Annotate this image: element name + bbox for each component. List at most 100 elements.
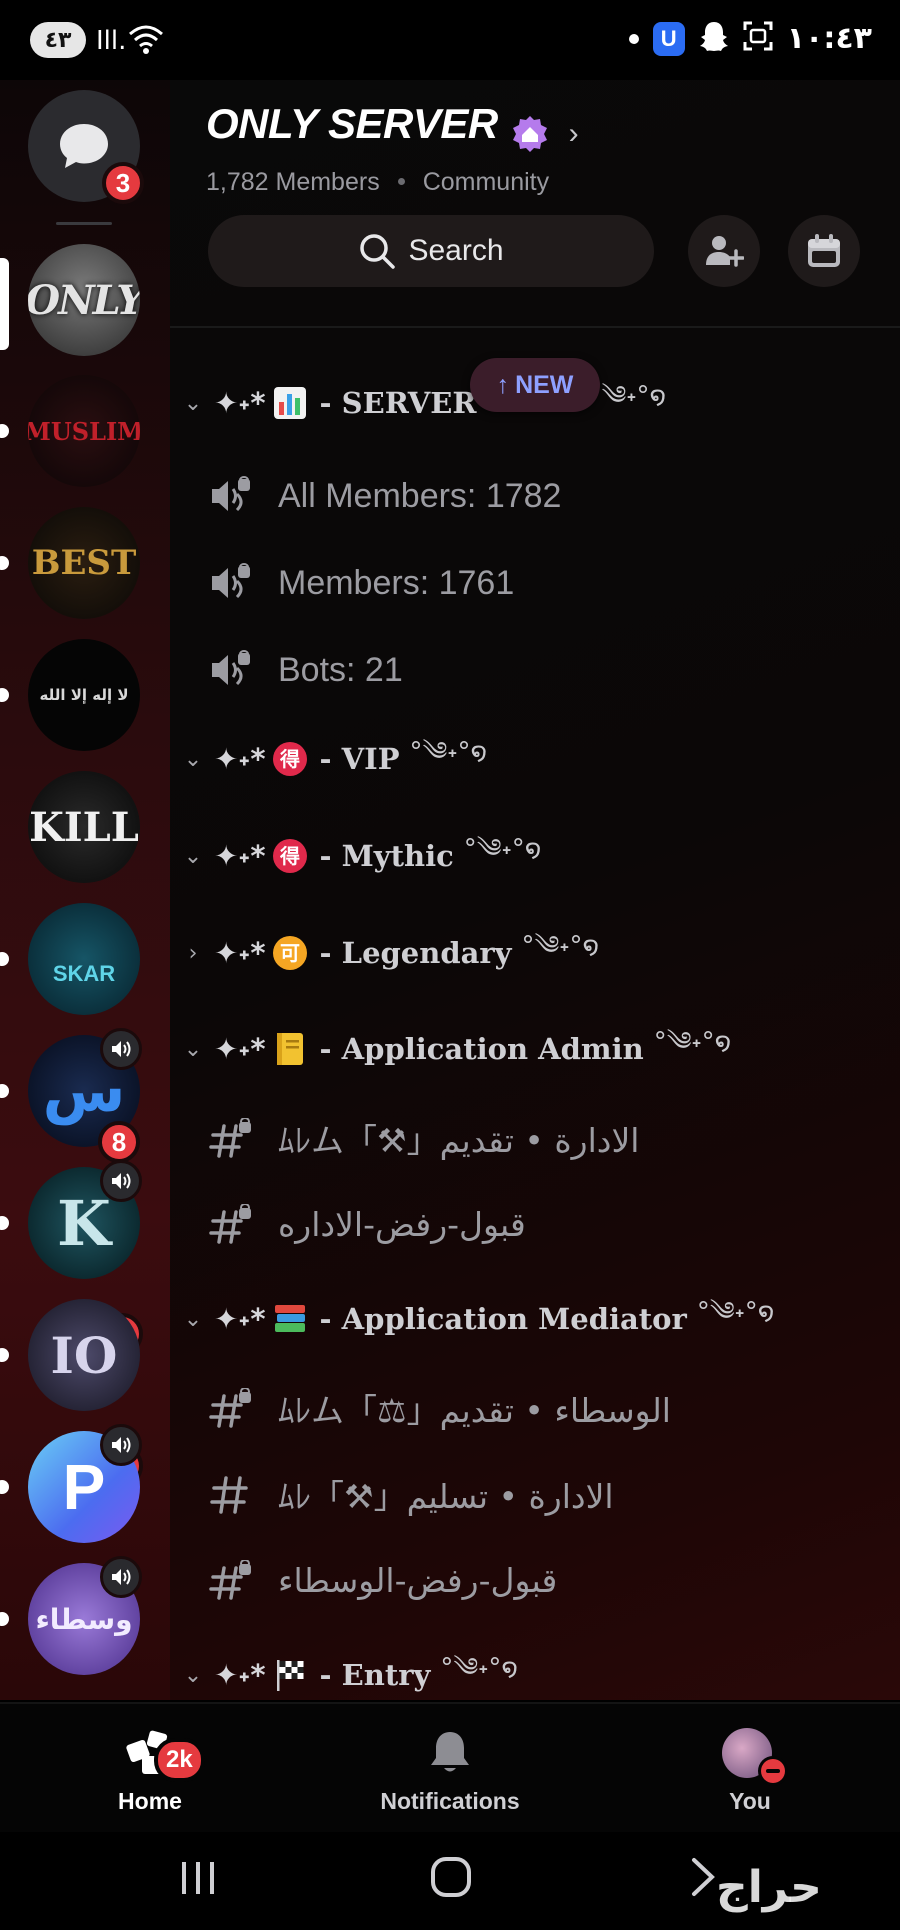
category-label: - VIP — [319, 742, 400, 776]
notebook-icon — [272, 1031, 308, 1067]
server-icon-kill[interactable]: KILL — [28, 771, 140, 883]
text-channel-admin-result[interactable]: قبول-رفض-الاداره — [208, 1194, 526, 1254]
sparkle-decoration: ✦˖* — [214, 936, 266, 970]
locked-speaker-icon — [208, 476, 254, 516]
text-channel-admin-apply[interactable]: ﾑﾚム「⚒」الادارة • تقديم — [208, 1108, 639, 1168]
app-u-icon: U — [652, 21, 685, 56]
text-channel-deliver[interactable]: ﾑﾚ「⚒」الادارة • تسليم — [208, 1464, 614, 1524]
server-header[interactable]: ONLY SERVER › 1,782 Members Community — [206, 100, 886, 197]
recent-apps-icon — [182, 1862, 214, 1894]
locked-hash-icon — [208, 1560, 254, 1600]
category-label: - SERVER — [319, 386, 477, 420]
search-button[interactable]: Search — [208, 215, 654, 287]
bell-icon — [431, 1732, 469, 1772]
hash-icon — [208, 1474, 254, 1514]
server-name[interactable]: ONLY SERVER — [206, 100, 498, 147]
header-divider — [170, 326, 900, 328]
category-entry[interactable]: ⌄ ✦˖* - Entry °༄˖°໑ — [178, 1645, 518, 1705]
mention-badge: 8 — [98, 1121, 140, 1163]
server-icon-io[interactable]: IO — [28, 1299, 140, 1411]
server-icon-calligraphy[interactable]: لا إله إلا الله — [28, 639, 140, 751]
unread-dot — [0, 1480, 9, 1494]
text-channel-mediator-apply[interactable]: ﾑﾚム「⚖」الوسطاء • تقديم — [208, 1378, 671, 1438]
red-badge-icon: 得 — [272, 838, 308, 874]
search-row: Search — [208, 215, 868, 290]
rail-separator — [56, 222, 112, 225]
home-icon: 2k — [122, 1728, 205, 1782]
signal-icon: Ill. — [96, 26, 127, 56]
category-label: - Mythic — [319, 839, 454, 873]
voice-channel-members[interactable]: Members: 1761 — [208, 553, 514, 613]
new-label: NEW — [515, 370, 574, 399]
chevron-down-icon: ⌄ — [183, 1662, 203, 1688]
category-application-mediator[interactable]: ⌄ ✦˖* - Application Mediator °༄˖°໑ — [178, 1289, 775, 1349]
chevron-down-icon: ⌄ — [183, 390, 203, 416]
category-decoration: °༄˖°໑ — [521, 930, 600, 961]
clock: ١٠:٤٣ — [786, 21, 872, 56]
chevron-down-icon: ⌄ — [183, 843, 203, 869]
screenshot-icon — [743, 21, 773, 56]
voice-speaker-icon — [100, 1160, 142, 1202]
invite-members-button[interactable] — [688, 215, 760, 287]
category-legendary[interactable]: › ✦˖* 可 - Legendary °༄˖°໑ — [178, 923, 599, 983]
recent-apps-button[interactable] — [178, 1860, 218, 1901]
member-count: 1,782 Members — [206, 167, 380, 196]
new-messages-pill[interactable]: ↑ NEW — [470, 358, 600, 412]
sparkle-decoration: ✦˖* — [214, 1032, 266, 1066]
bottom-nav: 2k Home Notifications You — [0, 1702, 900, 1832]
voice-speaker-icon — [100, 1028, 142, 1070]
voice-channel-bots[interactable]: Bots: 21 — [208, 640, 403, 700]
nav-you-label: You — [729, 1788, 771, 1814]
category-decoration: °༄˖°໑ — [588, 380, 667, 411]
checkered-flag-icon — [272, 1657, 308, 1693]
wifi-icon — [126, 22, 166, 61]
channel-name: Members: 1761 — [278, 563, 515, 602]
active-server-indicator — [0, 258, 9, 350]
svg-text:可: 可 — [280, 941, 300, 965]
category-decoration: °༄˖°໑ — [696, 1296, 775, 1327]
text-channel-mediator-result[interactable]: قبول-رفض-الوسطاء — [208, 1550, 557, 1610]
nav-you[interactable]: You — [650, 1728, 850, 1815]
chevron-down-icon: ⌄ — [183, 746, 203, 772]
chevron-right-icon: › — [188, 940, 198, 966]
voice-channel-all-members[interactable]: All Members: 1782 — [208, 466, 561, 526]
direct-messages-button[interactable]: 3 — [28, 90, 144, 204]
channel-name: ﾑﾚ「⚒」الادارة • تسليم — [278, 1477, 614, 1516]
sparkle-decoration: ✦˖* — [214, 386, 266, 420]
category-application-admin[interactable]: ⌄ ✦˖* - Application Admin °༄˖°໑ — [178, 1019, 732, 1079]
chevron-right-icon[interactable]: › — [569, 117, 579, 151]
sparkle-decoration: ✦˖* — [214, 742, 266, 776]
server-icon-skar[interactable]: SKAR — [28, 903, 140, 1015]
category-label: - Application Admin — [319, 1032, 644, 1066]
nav-home-label: Home — [118, 1788, 182, 1814]
snapchat-icon — [699, 20, 729, 57]
watermark: حراج — [716, 1862, 822, 1913]
sparkle-decoration: ✦˖* — [214, 839, 266, 873]
channel-name: Bots: 21 — [278, 650, 403, 689]
channel-name: All Members: 1782 — [278, 476, 562, 515]
category-decoration: °༄˖°໑ — [440, 1652, 519, 1683]
locked-hash-icon — [208, 1204, 254, 1244]
unread-dot — [0, 952, 9, 966]
category-mythic[interactable]: ⌄ ✦˖* 得 - Mythic °༄˖°໑ — [178, 826, 541, 886]
locked-hash-icon — [208, 1118, 254, 1158]
home-system-button[interactable] — [430, 1856, 472, 1903]
server-icon-only[interactable]: ONLY — [28, 244, 140, 356]
avatar — [722, 1728, 788, 1786]
sparkle-decoration: ✦˖* — [214, 1302, 266, 1336]
unread-dot — [0, 688, 9, 702]
system-nav-bar: حراج — [0, 1832, 900, 1930]
sparkle-decoration: ✦˖* — [214, 1658, 266, 1692]
voice-speaker-icon — [100, 1556, 142, 1598]
nav-notifications[interactable]: Notifications — [350, 1728, 550, 1815]
category-vip[interactable]: ⌄ ✦˖* 得 - VIP °༄˖°໑ — [178, 729, 487, 789]
back-button[interactable] — [688, 1856, 718, 1903]
server-icon-muslim[interactable]: MUSLIM — [28, 375, 140, 487]
community-boost-icon — [510, 114, 550, 154]
status-bar: ٤٣ Ill. U ١٠:٤٣ — [0, 0, 900, 80]
nav-home[interactable]: 2k Home — [50, 1728, 250, 1815]
events-button[interactable] — [788, 215, 860, 287]
server-icon-best[interactable]: BEST — [28, 507, 140, 619]
battery-indicator: ٤٣ — [30, 22, 86, 58]
orange-badge-icon: 可 — [272, 935, 308, 971]
